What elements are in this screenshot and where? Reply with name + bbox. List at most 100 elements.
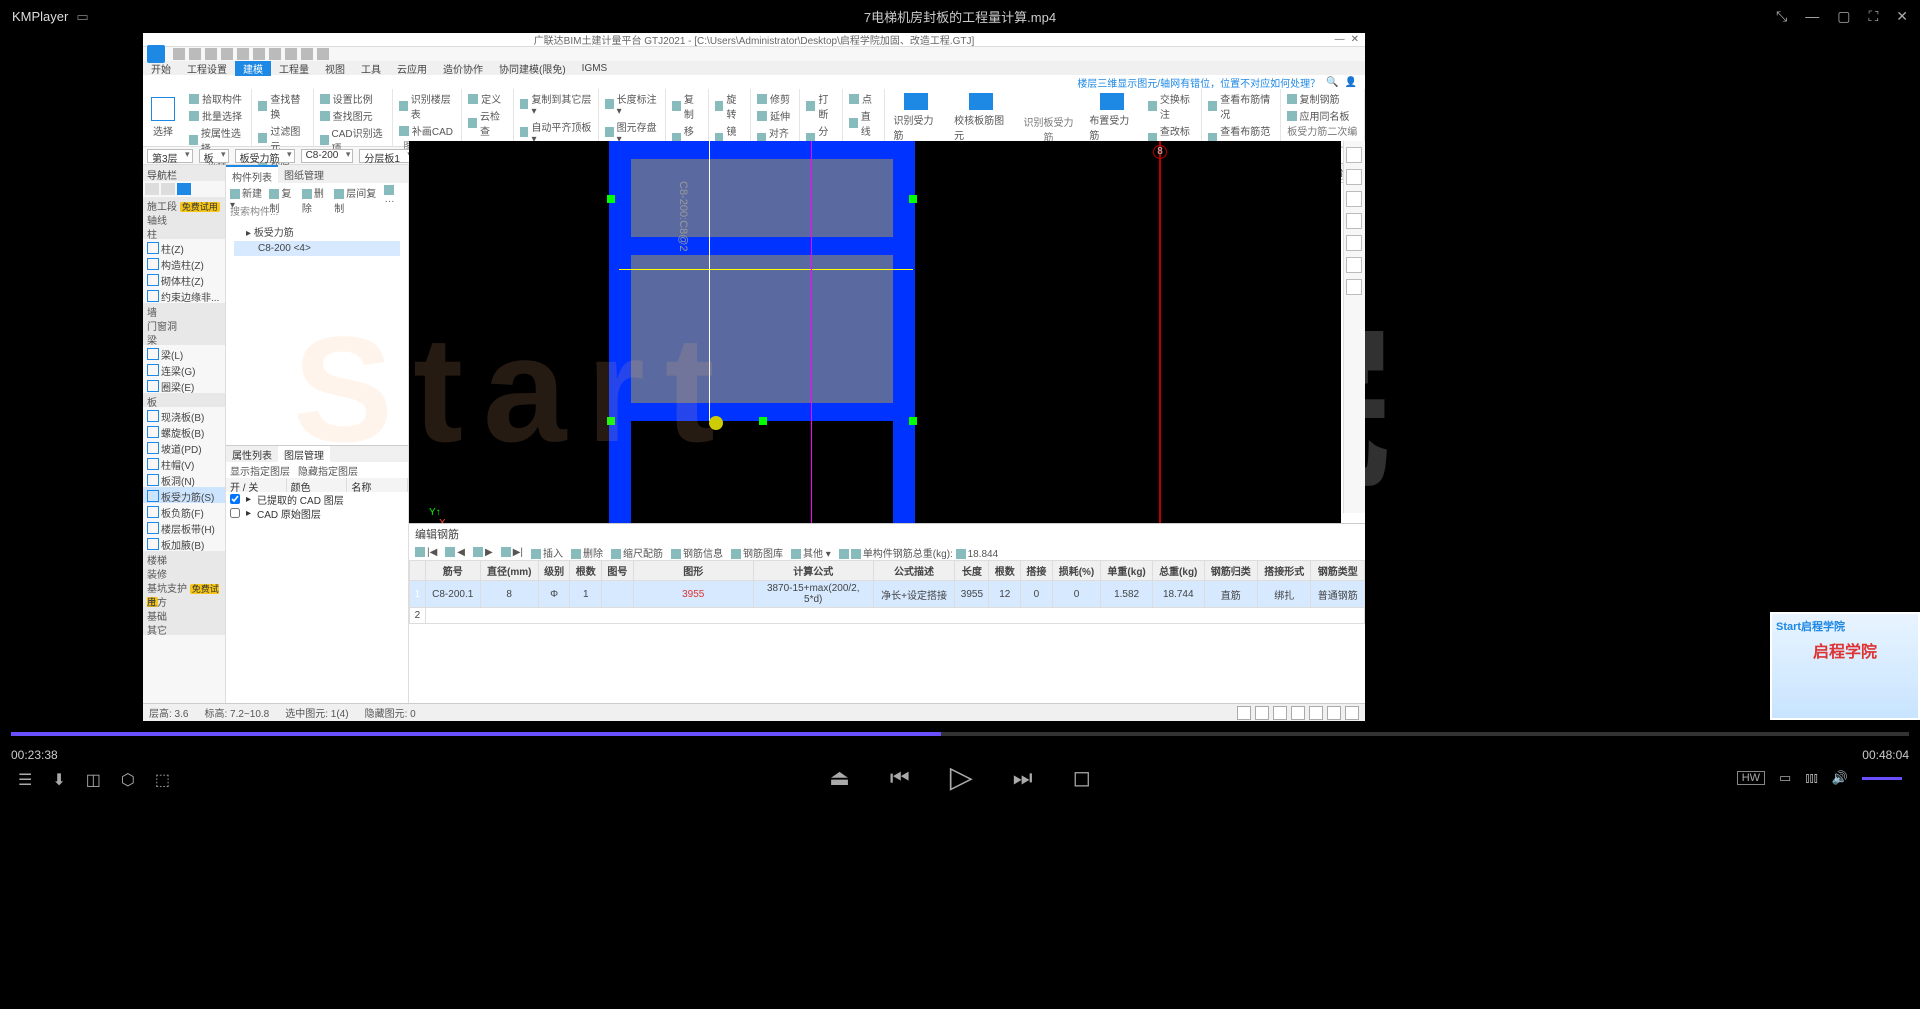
r-apply[interactable]: 应用同名板: [1287, 108, 1358, 123]
r-point[interactable]: 点: [849, 91, 878, 106]
rb-insert[interactable]: 插入: [531, 545, 563, 560]
cp-new[interactable]: 新建 ▾: [230, 185, 265, 199]
pp-show[interactable]: 显示指定图层: [230, 463, 290, 477]
r-pick[interactable]: 拾取构件: [189, 91, 245, 106]
subtitle-icon[interactable]: ▭: [1779, 770, 1791, 786]
nav-zhu3[interactable]: 砌体柱(Z): [143, 271, 225, 287]
grip-bl[interactable]: [607, 417, 615, 425]
st-t6-icon[interactable]: [1327, 706, 1341, 720]
next-icon[interactable]: ⏭: [1013, 765, 1033, 791]
3d-icon[interactable]: ⬡: [121, 770, 135, 790]
cp-leaf[interactable]: C8-200 <4>: [234, 241, 400, 256]
r-copylayer[interactable]: 复制到其它层 ▾: [520, 91, 592, 117]
nav-sec-other[interactable]: 其它: [143, 621, 225, 635]
prev-icon[interactable]: ⏮: [890, 765, 910, 791]
menu-cloud[interactable]: 云应用: [389, 61, 435, 76]
capture-icon[interactable]: ⬚: [155, 770, 170, 790]
r-copyrebar[interactable]: 复制钢筋: [1287, 91, 1358, 106]
nav-sec-door[interactable]: 门窗洞: [143, 317, 225, 331]
nav-zhu1[interactable]: 柱(Z): [143, 239, 225, 255]
nav-l2[interactable]: 连梁(G): [143, 361, 225, 377]
nav-sec-found[interactable]: 基础: [143, 607, 225, 621]
qa-save-icon[interactable]: [189, 48, 201, 60]
volume-icon[interactable]: 🔊: [1832, 770, 1848, 786]
cp-copy[interactable]: 复制: [269, 185, 297, 199]
rt-box-icon[interactable]: [1346, 257, 1362, 273]
rb-info[interactable]: 钢筋信息: [671, 545, 723, 560]
pp-chk1[interactable]: [230, 494, 240, 504]
nav-b2[interactable]: 螺旋板(B): [143, 423, 225, 439]
nav-b1[interactable]: 现浇板(B): [143, 407, 225, 423]
rb-delete[interactable]: 删除: [571, 545, 603, 560]
nav-sec-beam[interactable]: 梁: [143, 331, 225, 345]
nav-zhu2[interactable]: 构造柱(Z): [143, 255, 225, 271]
nav-sec-wall[interactable]: 墙: [143, 303, 225, 317]
cp-more-icon[interactable]: ···: [384, 185, 404, 199]
player-minimize-icon[interactable]: —: [1805, 8, 1819, 25]
nav-b5[interactable]: 板洞(N): [143, 471, 225, 487]
dd-type[interactable]: 板: [199, 149, 229, 163]
r-view1[interactable]: 查看布筋情况: [1208, 91, 1273, 121]
rebar-row-1[interactable]: 1 C8-200.18Φ 1 3955 3870-15+max(200/2, 5…: [410, 581, 1365, 608]
rebar-table[interactable]: 筋号直径(mm)级别 根数图号图形 计算公式公式描述长度 根数搭接损耗(%) 单…: [409, 560, 1365, 624]
r-trim[interactable]: 修剪: [757, 91, 793, 106]
qa-redo-icon[interactable]: [221, 48, 233, 60]
qa-tool1-icon[interactable]: [237, 48, 249, 60]
dd-code[interactable]: C8-200: [301, 149, 354, 163]
r-swap[interactable]: 交换标注: [1148, 91, 1195, 121]
rb-last-icon[interactable]: ▶|: [501, 547, 523, 558]
nav-grid-icon[interactable]: [177, 183, 191, 195]
dd-layer[interactable]: 分层板1: [359, 149, 415, 163]
rb-prev-icon[interactable]: ◀: [445, 547, 465, 558]
pp-tab-layer[interactable]: 图层管理: [278, 446, 330, 462]
nav-sec-axis[interactable]: 轴线: [143, 211, 225, 225]
eject-icon[interactable]: ⏏: [829, 765, 850, 791]
pp-chk2[interactable]: [230, 508, 240, 518]
r-ext[interactable]: 延伸: [757, 108, 793, 123]
grip-bm[interactable]: [759, 417, 767, 425]
menu-igms[interactable]: IGMS: [574, 63, 616, 74]
nav-list-icon[interactable]: [161, 183, 175, 195]
nav-b8[interactable]: 楼层板带(H): [143, 519, 225, 535]
nav-sec-stair[interactable]: 楼梯: [143, 551, 225, 565]
rb-next-icon[interactable]: ▶: [473, 547, 493, 558]
rt-measure-icon[interactable]: [1346, 213, 1362, 229]
nav-b4[interactable]: 柱帽(V): [143, 455, 225, 471]
qa-open-icon[interactable]: [173, 48, 185, 60]
cp-root[interactable]: ▸ 板受力筋: [234, 222, 400, 241]
nav-l1[interactable]: 梁(L): [143, 345, 225, 361]
cp-tab-draw[interactable]: 图纸管理: [278, 165, 330, 183]
nav-sec-column[interactable]: 柱: [143, 225, 225, 239]
r-copy[interactable]: 复制: [672, 91, 701, 121]
st-t1-icon[interactable]: [1237, 706, 1251, 720]
progress-bar[interactable]: [11, 732, 1909, 736]
rt-section-icon[interactable]: [1346, 191, 1362, 207]
st-t7-icon[interactable]: [1345, 706, 1359, 720]
st-t3-icon[interactable]: [1273, 706, 1287, 720]
rb-other[interactable]: 其他 ▾: [791, 545, 831, 560]
r-cloud[interactable]: 云检查: [468, 108, 506, 138]
r-drawcad[interactable]: 补画CAD: [399, 123, 455, 138]
nav-l3[interactable]: 圈梁(E): [143, 377, 225, 393]
rt-layer-icon[interactable]: [1346, 169, 1362, 185]
menu-view[interactable]: 视图: [317, 61, 353, 76]
cp-lcopy[interactable]: 层间复制: [334, 185, 380, 199]
ribbon-check[interactable]: 校核板筋图元: [946, 89, 1016, 146]
nav-zhu4[interactable]: 约束边缘非...: [143, 287, 225, 303]
volume-slider[interactable]: [1862, 777, 1902, 780]
qa-tool6-icon[interactable]: [317, 48, 329, 60]
download-icon[interactable]: ⬇: [52, 770, 65, 790]
player-fullscreen-icon[interactable]: ⛶: [1868, 8, 1878, 25]
dd-floor[interactable]: 第3层: [147, 149, 193, 163]
eq-icon[interactable]: ⫾⫾⫾: [1805, 770, 1817, 786]
stop-icon[interactable]: ◻: [1073, 765, 1091, 791]
menu-settings[interactable]: 工程设置: [179, 61, 235, 76]
help-user-icon[interactable]: 👤: [1345, 77, 1357, 88]
app-minimize-icon[interactable]: —: [1335, 34, 1345, 45]
beam-mid[interactable]: [609, 237, 915, 255]
menu-collab[interactable]: 协同建模(限免): [491, 61, 574, 76]
dd-sub[interactable]: 板受力筋: [235, 149, 295, 163]
pp-hide[interactable]: 隐藏指定图层: [298, 463, 358, 477]
st-t4-icon[interactable]: [1291, 706, 1305, 720]
rebar-line[interactable]: [619, 269, 913, 270]
